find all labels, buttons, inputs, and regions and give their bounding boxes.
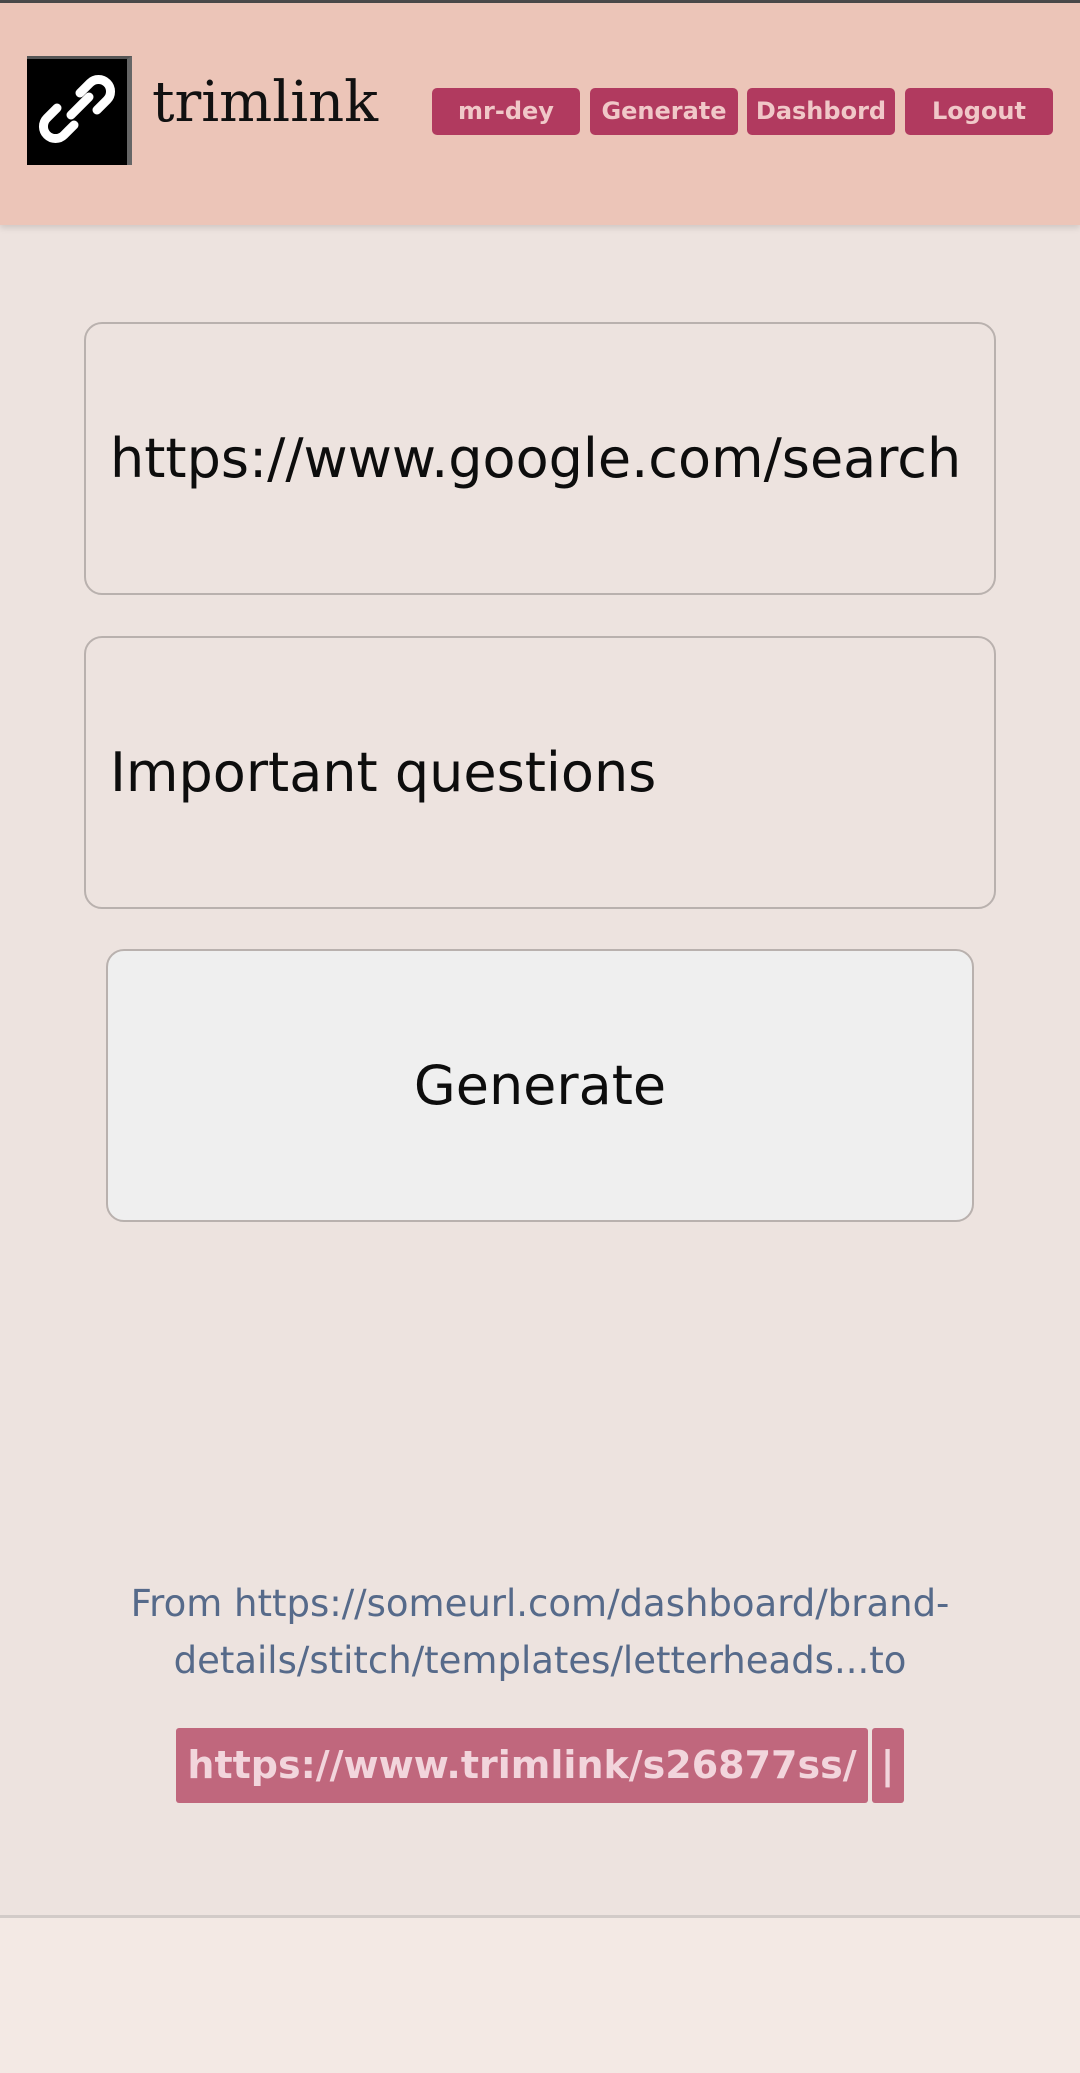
url-input[interactable]: https://www.google.com/search — [84, 322, 996, 595]
original-url-text: From https://someurl.com/dashboard/brand… — [130, 1582, 950, 1682]
brand-name: trimlink — [152, 70, 379, 135]
url-input-value: https://www.google.com/search — [110, 427, 962, 490]
link-icon — [39, 75, 115, 143]
nav-generate-button[interactable]: Generate — [590, 88, 738, 135]
short-url-row: https://www.trimlink/s26877ss/| — [0, 1728, 1080, 1803]
nav-dashboard-button[interactable]: Dashbord — [747, 88, 895, 135]
logo[interactable] — [27, 56, 132, 165]
nav-logout-button[interactable]: Logout — [905, 88, 1053, 135]
title-input-value: Important questions — [110, 741, 657, 804]
generate-button[interactable]: Generate — [106, 949, 974, 1222]
main-content: https://www.google.com/search Important … — [0, 225, 1080, 1918]
short-url-link[interactable]: https://www.trimlink/s26877ss/ — [176, 1728, 868, 1803]
copy-button[interactable]: | — [871, 1728, 904, 1803]
app-header: trimlink mr-dey Generate Dashbord Logout — [0, 3, 1080, 225]
title-input[interactable]: Important questions — [84, 636, 996, 909]
nav-user-button[interactable]: mr-dey — [432, 88, 580, 135]
